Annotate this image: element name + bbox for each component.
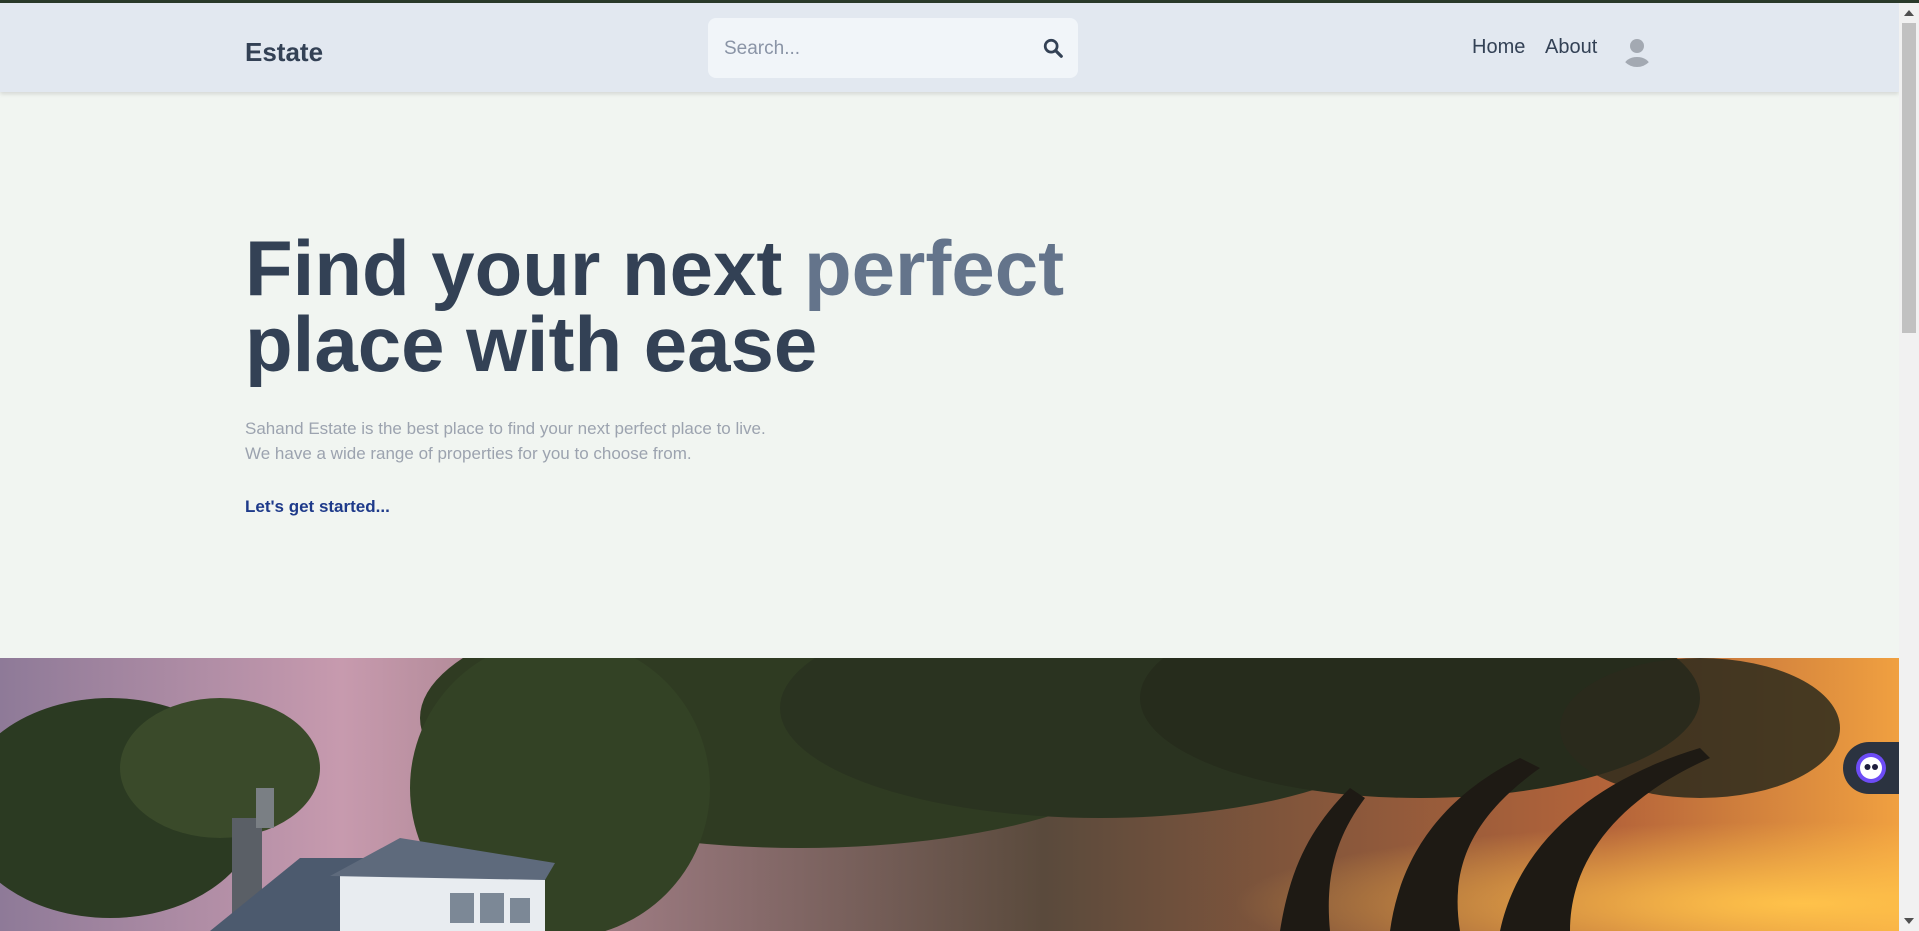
- search-icon: [1043, 38, 1063, 58]
- scroll-down-button[interactable]: [1899, 913, 1919, 929]
- page-scrollbar[interactable]: [1899, 3, 1919, 931]
- hero-photo-house-trees: [0, 658, 1899, 931]
- arrow-up-icon: [1904, 10, 1914, 16]
- scroll-up-button[interactable]: [1899, 5, 1919, 21]
- search-form: [708, 18, 1078, 80]
- hero-description-line1: Sahand Estate is the best place to find …: [245, 419, 766, 438]
- hero-title-part1: Find your next: [245, 224, 805, 312]
- arrow-down-icon: [1904, 918, 1914, 924]
- get-started-link[interactable]: Let's get started...: [245, 497, 390, 517]
- nav-about-link[interactable]: About: [1545, 36, 1597, 59]
- hero-title-accent: perfect: [804, 224, 1065, 312]
- hero-title-part2: place with ease: [245, 300, 818, 388]
- chat-widget-button[interactable]: [1843, 742, 1899, 794]
- chat-bot-icon: [1856, 753, 1886, 783]
- site-header: Estate Home About: [0, 3, 1899, 92]
- scrollbar-thumb[interactable]: [1902, 23, 1916, 333]
- hero-description: Sahand Estate is the best place to find …: [245, 416, 766, 466]
- nav-home-link[interactable]: Home: [1472, 36, 1525, 59]
- hero-description-line2: We have a wide range of properties for y…: [245, 444, 692, 463]
- user-avatar-icon: [1624, 39, 1650, 67]
- hero-title: Find your next perfect place with ease: [245, 229, 1064, 383]
- user-avatar[interactable]: [1620, 33, 1654, 67]
- site-logo[interactable]: Estate: [245, 37, 323, 68]
- search-button[interactable]: [1038, 33, 1068, 63]
- search-input[interactable]: [722, 18, 1026, 80]
